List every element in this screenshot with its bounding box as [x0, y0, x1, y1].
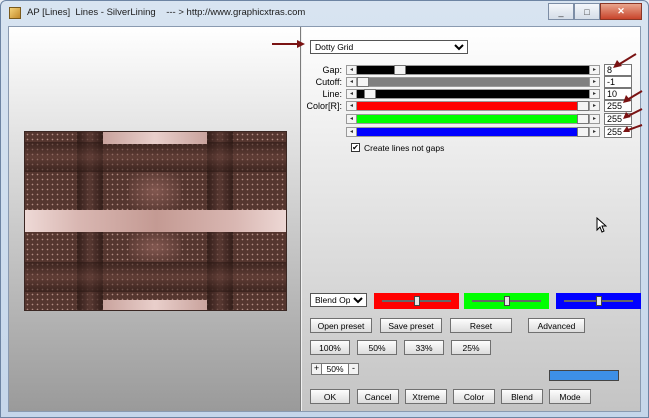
- minimize-icon: _: [558, 6, 564, 17]
- slider-left-arrow-icon[interactable]: ◂: [347, 66, 357, 74]
- title-bar[interactable]: AP [Lines] Lines - SilverLining --- > ht…: [1, 1, 648, 25]
- param-label: Cutoff:: [315, 77, 342, 87]
- slider-right-arrow-icon[interactable]: ▸: [589, 128, 599, 136]
- param-slider[interactable]: ◂ ▸: [346, 101, 600, 111]
- slider-thumb[interactable]: [577, 114, 589, 124]
- mouse-pointer-icon: [596, 217, 607, 233]
- save-preset-button[interactable]: Save preset: [380, 318, 442, 333]
- color-button[interactable]: Color: [453, 389, 495, 404]
- advanced-button[interactable]: Advanced: [528, 318, 585, 333]
- param-label: Line:: [322, 89, 342, 99]
- slider-knob[interactable]: [504, 296, 510, 306]
- slider-thumb[interactable]: [577, 127, 589, 137]
- red-color-slider[interactable]: [374, 293, 459, 309]
- zoom-minus-button[interactable]: -: [348, 363, 359, 375]
- zoom-stepper: + 50% -: [311, 363, 359, 375]
- slider-track[interactable]: [357, 101, 589, 111]
- slider-fill: [357, 78, 589, 86]
- ok-button[interactable]: OK: [310, 389, 350, 404]
- open-preset-button[interactable]: Open preset: [310, 318, 372, 333]
- preview-image: [24, 131, 287, 311]
- settings-pane: Dotty Grid Gap: ◂ ▸ 8 Cutoff: ◂ ▸ -1 Line: ◂ ▸ 10 Co…: [302, 27, 641, 411]
- param-slider[interactable]: ◂ ▸: [346, 89, 600, 99]
- blue-color-slider[interactable]: [556, 293, 641, 309]
- param-slider[interactable]: ◂ ▸: [346, 77, 600, 87]
- cancel-button[interactable]: Cancel: [357, 389, 399, 404]
- mode-button[interactable]: Mode: [549, 389, 591, 404]
- param-slider[interactable]: ◂ ▸: [346, 114, 600, 124]
- slider-thumb[interactable]: [394, 65, 406, 75]
- blend-options-dropdown[interactable]: Blend Optio: [310, 293, 367, 307]
- slider-right-arrow-icon[interactable]: ▸: [589, 90, 599, 98]
- annotation-arrow-icon: [272, 40, 305, 48]
- maximize-icon: □: [584, 6, 590, 17]
- create-lines-checkbox[interactable]: ✔: [351, 143, 360, 152]
- maximize-button[interactable]: □: [574, 3, 600, 20]
- window-controls: _ □ ✕: [548, 3, 642, 20]
- minimize-button[interactable]: _: [548, 3, 574, 20]
- slider-left-arrow-icon[interactable]: ◂: [347, 90, 357, 98]
- slider-left-arrow-icon[interactable]: ◂: [347, 102, 357, 110]
- slider-track[interactable]: [357, 77, 589, 87]
- preset-dropdown[interactable]: Dotty Grid: [310, 40, 468, 54]
- slider-left-arrow-icon[interactable]: ◂: [347, 78, 357, 86]
- preview-horizontal-band: [25, 142, 286, 172]
- slider-fill: [357, 115, 589, 123]
- param-slider[interactable]: ◂ ▸: [346, 65, 600, 75]
- slider-right-arrow-icon[interactable]: ▸: [589, 102, 599, 110]
- app-icon: [9, 7, 21, 19]
- preview-light-column: [103, 300, 207, 310]
- annotation-arrow-icon: [613, 53, 637, 68]
- green-color-slider[interactable]: [464, 293, 549, 309]
- slider-thumb[interactable]: [364, 89, 376, 99]
- param-label: Color[R]:: [306, 101, 342, 111]
- slider-track[interactable]: [357, 114, 589, 124]
- slider-fill: [357, 90, 589, 98]
- slider-thumb[interactable]: [577, 101, 589, 111]
- slider-knob[interactable]: [414, 296, 420, 306]
- zoom-25-button[interactable]: 25%: [451, 340, 491, 355]
- create-lines-label: Create lines not gaps: [364, 143, 445, 153]
- dialog-client: Dotty Grid Gap: ◂ ▸ 8 Cutoff: ◂ ▸ -1 Line: ◂ ▸ 10 Co…: [8, 26, 643, 412]
- slider-knob[interactable]: [596, 296, 602, 306]
- slider-track[interactable]: [357, 65, 589, 75]
- slider-right-arrow-icon[interactable]: ▸: [589, 115, 599, 123]
- preview-pane: [9, 27, 301, 411]
- param-value-field[interactable]: -1: [604, 76, 632, 88]
- slider-fill: [357, 128, 589, 136]
- close-button[interactable]: ✕: [600, 3, 642, 20]
- plugin-window: AP [Lines] Lines - SilverLining --- > ht…: [0, 0, 649, 418]
- slider-right-arrow-icon[interactable]: ▸: [589, 78, 599, 86]
- close-icon: ✕: [617, 6, 625, 16]
- preview-horizontal-band: [25, 262, 286, 292]
- annotation-arrow-icon: [623, 90, 643, 103]
- param-slider[interactable]: ◂ ▸: [346, 127, 600, 137]
- param-label: Gap:: [322, 65, 342, 75]
- window-title: AP [Lines] Lines - SilverLining --- > ht…: [27, 7, 306, 18]
- zoom-plus-button[interactable]: +: [311, 363, 322, 375]
- zoom-50-button[interactable]: 50%: [357, 340, 397, 355]
- xtreme-button[interactable]: Xtreme: [405, 389, 447, 404]
- annotation-arrow-icon: [623, 124, 643, 132]
- zoom-value: 50%: [322, 363, 348, 375]
- slider-right-arrow-icon[interactable]: ▸: [589, 66, 599, 74]
- slider-fill: [357, 66, 589, 74]
- slider-track[interactable]: [357, 89, 589, 99]
- slider-left-arrow-icon[interactable]: ◂: [347, 128, 357, 136]
- zoom-100-button[interactable]: 100%: [310, 340, 350, 355]
- color-swatch[interactable]: [549, 370, 619, 381]
- zoom-33-button[interactable]: 33%: [404, 340, 444, 355]
- reset-button[interactable]: Reset: [450, 318, 512, 333]
- slider-track[interactable]: [357, 127, 589, 137]
- blend-button[interactable]: Blend: [501, 389, 543, 404]
- preview-light-column: [103, 132, 207, 144]
- slider-left-arrow-icon[interactable]: ◂: [347, 115, 357, 123]
- annotation-arrow-icon: [623, 108, 643, 119]
- preview-center: [129, 232, 181, 262]
- preview-center: [129, 172, 181, 210]
- preview-light-band: [25, 210, 286, 232]
- slider-thumb[interactable]: [357, 77, 369, 87]
- slider-fill: [357, 102, 589, 110]
